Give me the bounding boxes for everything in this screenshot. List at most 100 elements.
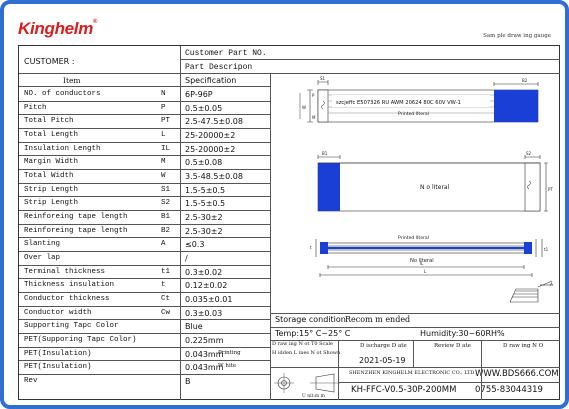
row-value: 2.5-30±2 [185,213,223,223]
storage-value: Recom m ended [345,315,411,324]
row-symbol: W [161,172,166,181]
dim-s1-label: S1 [320,76,326,81]
row-symbol: N [161,90,166,98]
no-literal-label: N o lIteral [420,184,450,191]
table-row: Pitch P 0.5±0.05 [19,102,270,116]
grid-line [180,59,560,60]
row-item-label: Over lap [24,254,61,263]
printed-text: szcjeffc E507326 RU AWM 20624 80C 60V VW… [336,100,461,106]
row-value: B [185,377,191,387]
row-symbol: t1 [161,267,171,276]
grid-line [338,382,560,383]
projection-symbol: U nit:m m [274,373,340,399]
grid-line [19,100,270,102]
dim-p-label: P [312,93,315,98]
side-printed-literal-label: Printed lIteral [398,235,429,241]
grid-line [19,169,270,171]
temperature: Temp:15° C~25° C [275,329,351,338]
grid-line [413,340,414,367]
row-item-label: PET(Insulation) [24,349,92,358]
grid-line [19,319,270,321]
specification-header: Specification [185,76,237,85]
table-row: PET(Insulation) 0.043mm Printing [19,348,270,362]
bottom-view [317,155,548,212]
grid-line [19,264,270,266]
grid-line [19,210,270,212]
row-item-label: PET(Supporing Tapc Color) [24,336,137,345]
document-frame: Kinghelm® Sam ple draw ing gauge CUSTOME… [0,0,569,409]
row-symbol: L [161,131,166,139]
row-symbol: B1 [161,213,171,222]
row-item-label: Total Length [24,131,79,139]
row-value: ≤0.3 [185,240,205,250]
row-item-label: Rev [24,377,38,386]
table-row: Strip Length S2 1.5-5±0.5 [19,197,270,211]
drawing-no-label: D raw ing N O [503,343,544,349]
phone: 0755-83044319 [475,385,543,395]
table-row: Total Width W 3.5-48.5±0.08 [19,170,270,184]
storage-label: Storage condition [275,315,346,324]
row-value: 1.5-5±0.5 [185,199,226,209]
grid-line [19,278,270,280]
row-value: Blue [185,322,203,332]
row-item-label: Total Pitch [24,117,74,126]
table-row: Total Length L 25-20000±2 [19,129,270,143]
table-row: Reinforeing tape length B1 2.5-30±2 [19,211,270,225]
row-value: 1.5-5±0.5 [185,185,226,195]
row-item-label: Strip Length [24,199,79,208]
dim-pt-label: PT [548,187,553,192]
grid-line [19,141,270,143]
sample-note: Sam ple draw ing gauge [483,33,551,39]
part-number: KH-FFC-V0.5-30P-200MM [351,385,457,395]
row-symbol: t [161,281,166,290]
grid-line [270,367,560,368]
grid-line [19,223,270,225]
drawing-note-scale: D raw ing N ot T0 Scale [272,341,333,347]
grid-line [19,237,270,239]
slant-detail [509,280,553,303]
dim-b1-label: B1 [322,151,328,156]
dim-a-label: A [550,282,554,288]
grid-line [19,86,270,87]
row-value: 2.5-47.5±0.08 [185,117,243,127]
item-header: Item [63,76,81,85]
grid-line [19,114,270,116]
row-value: 6P-96P [185,90,213,99]
grid-line [19,155,270,157]
grid-line [270,73,271,400]
row-symbol: S1 [161,185,171,194]
grid-line [19,196,270,198]
unit-label: U nit:m m [302,393,326,399]
discharge-date-label: D ischarge D ate [360,343,407,349]
table-row: Rev B [19,375,270,389]
row-value: 0.3±0.03 [185,308,223,318]
row-value: 25-20000±2 [185,131,236,140]
row-item-label: NO. of conductors [24,90,101,98]
grid-line [270,327,560,328]
table-row: Over lap / [19,252,270,266]
row-item-label: Conductor width [24,308,92,317]
row-item-label: PET(Insulation) [24,363,92,372]
dim-l-label: L [424,269,427,274]
row-symbol: M [161,158,166,167]
row-value: 0.5±0.05 [185,103,223,113]
drawing-note-hidden: H idden L ines N ot Shown [272,350,341,356]
row-item-label: Reinforeing tape length [24,226,128,235]
row-note: Printing [218,349,241,356]
grid-line [19,305,270,307]
row-value: 0.5±0.08 [185,158,223,168]
grid-line [19,292,270,294]
table-row: Conductor width Cw 0.3±0.03 [19,307,270,321]
customer-part-label: Customer Part NO. [185,49,267,58]
humidity: Humidity:30~60RH% [420,329,505,338]
row-value: 0.3±0.02 [185,267,223,277]
discharge-date: 2021-05-19 [359,356,406,365]
row-value: 0.12±0.02 [185,281,228,291]
dim-s2-label: S2 [526,151,532,156]
part-description-label: Part Descripon [185,63,253,72]
grid-line [19,73,560,74]
row-symbol: A [161,240,166,249]
row-item-label: Conductor thickness [24,295,110,304]
grid-line [338,340,339,400]
row-item-label: Pitch [24,103,47,112]
